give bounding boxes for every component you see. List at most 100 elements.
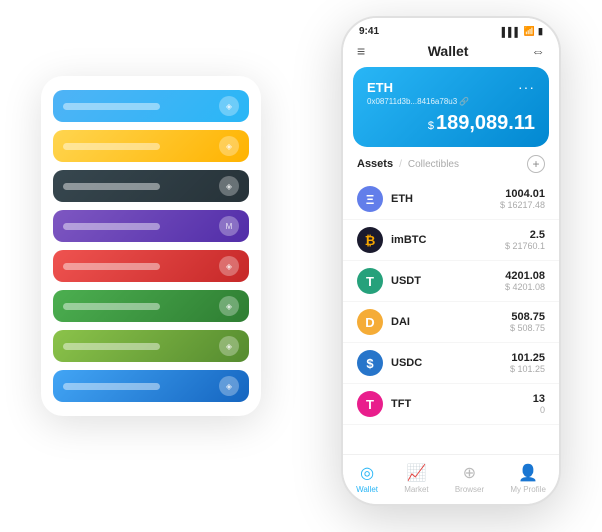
eth-currency-symbol: $ [428, 120, 434, 132]
asset-list: Ξ ETH 1004.01 $ 16217.48 ₿ imBTC 2.5 $ 2… [343, 179, 559, 454]
asset-list-item[interactable]: ₿ imBTC 2.5 $ 21760.1 [343, 220, 559, 261]
asset-amounts: 508.75 $ 508.75 [510, 311, 545, 333]
asset-amounts: 2.5 $ 21760.1 [505, 229, 545, 251]
back-card-5: ◈ [53, 290, 249, 322]
asset-list-item[interactable]: D DAI 508.75 $ 508.75 [343, 302, 559, 343]
asset-icon-eth: Ξ [357, 186, 383, 212]
expand-icon[interactable]: ⇔ [531, 43, 545, 59]
asset-icon-usdc: $ [357, 350, 383, 376]
asset-amount: 2.5 [505, 229, 545, 241]
bottom-nav: ◎ Wallet 📈 Market ⊕ Browser 👤 My Profile [343, 454, 559, 504]
eth-balance: $189,089.11 [367, 112, 535, 135]
card-line [63, 383, 160, 390]
asset-amount: 101.25 [510, 352, 545, 364]
back-card-1: ◈ [53, 130, 249, 162]
back-card-6: ◈ [53, 330, 249, 362]
nav-wallet[interactable]: ◎ Wallet [356, 463, 378, 494]
card-line [63, 183, 160, 190]
eth-card-dots[interactable]: ··· [518, 79, 535, 95]
wallet-nav-icon: ◎ [360, 463, 374, 483]
eth-address: 0x08711d3b...8416a78u3 🔗 [367, 97, 535, 106]
back-panel: ◈ ◈ ◈ M ◈ ◈ ◈ ◈ [41, 76, 261, 416]
back-card-0: ◈ [53, 90, 249, 122]
asset-name: USDC [391, 357, 510, 369]
back-card-2: ◈ [53, 170, 249, 202]
asset-usd: $ 21760.1 [505, 241, 545, 251]
asset-amount: 508.75 [510, 311, 545, 323]
back-card-3: M [53, 210, 249, 242]
nav-browser[interactable]: ⊕ Browser [455, 463, 484, 494]
header-title: Wallet [428, 43, 469, 59]
asset-list-item[interactable]: Ξ ETH 1004.01 $ 16217.48 [343, 179, 559, 220]
asset-name: imBTC [391, 234, 505, 246]
nav-profile[interactable]: 👤 My Profile [510, 463, 546, 494]
collectibles-tab[interactable]: Collectibles [408, 159, 459, 170]
browser-nav-label: Browser [455, 485, 484, 494]
asset-list-item[interactable]: T TFT 13 0 [343, 384, 559, 425]
asset-usd: $ 4201.08 [505, 282, 545, 292]
eth-card[interactable]: ETH ··· 0x08711d3b...8416a78u3 🔗 $189,08… [353, 67, 549, 147]
asset-icon-usdt: T [357, 268, 383, 294]
battery-icon: ▮ [538, 26, 543, 37]
profile-nav-label: My Profile [510, 485, 546, 494]
asset-amount: 13 [533, 393, 545, 405]
browser-nav-icon: ⊕ [463, 463, 476, 483]
wallet-nav-label: Wallet [356, 485, 378, 494]
wifi-icon: 📶 [524, 26, 535, 37]
asset-amounts: 13 0 [533, 393, 545, 415]
asset-amount: 1004.01 [500, 188, 545, 200]
eth-card-label: ETH [367, 80, 393, 95]
card-icon: ◈ [219, 136, 239, 156]
card-line [63, 223, 160, 230]
assets-tab[interactable]: Assets [357, 158, 393, 170]
card-line [63, 343, 160, 350]
card-icon: M [219, 216, 239, 236]
asset-name: DAI [391, 316, 510, 328]
signal-icon: ▌▌▌ [502, 27, 521, 37]
status-icons: ▌▌▌ 📶 ▮ [502, 26, 543, 37]
profile-nav-icon: 👤 [518, 463, 538, 483]
asset-list-item[interactable]: T USDT 4201.08 $ 4201.08 [343, 261, 559, 302]
card-line [63, 303, 160, 310]
card-icon: ◈ [219, 336, 239, 356]
asset-list-item[interactable]: $ USDC 101.25 $ 101.25 [343, 343, 559, 384]
asset-usd: $ 16217.48 [500, 200, 545, 210]
back-card-7: ◈ [53, 370, 249, 402]
asset-icon-imbtc: ₿ [357, 227, 383, 253]
market-nav-label: Market [404, 485, 428, 494]
asset-name: TFT [391, 398, 533, 410]
eth-card-header: ETH ··· [367, 79, 535, 95]
asset-amounts: 1004.01 $ 16217.48 [500, 188, 545, 210]
asset-usd: 0 [533, 405, 545, 415]
time: 9:41 [359, 26, 379, 37]
asset-amounts: 101.25 $ 101.25 [510, 352, 545, 374]
scene: ◈ ◈ ◈ M ◈ ◈ ◈ ◈ 9:41 ▌▌▌ [21, 16, 581, 516]
card-line [63, 143, 160, 150]
back-card-4: ◈ [53, 250, 249, 282]
asset-amount: 4201.08 [505, 270, 545, 282]
asset-name: ETH [391, 193, 500, 205]
status-bar: 9:41 ▌▌▌ 📶 ▮ [343, 18, 559, 41]
asset-amounts: 4201.08 $ 4201.08 [505, 270, 545, 292]
assets-tabs: Assets / Collectibles [357, 158, 459, 170]
card-line [63, 263, 160, 270]
card-icon: ◈ [219, 176, 239, 196]
assets-header: Assets / Collectibles + [343, 155, 559, 179]
asset-name: USDT [391, 275, 505, 287]
phone-mockup: 9:41 ▌▌▌ 📶 ▮ ≡ Wallet ⇔ ETH ··· 0x08711d… [341, 16, 561, 506]
asset-usd: $ 508.75 [510, 323, 545, 333]
nav-market[interactable]: 📈 Market [404, 463, 428, 494]
card-icon: ◈ [219, 376, 239, 396]
card-line [63, 103, 160, 110]
asset-usd: $ 101.25 [510, 364, 545, 374]
assets-divider: / [399, 159, 402, 170]
asset-icon-dai: D [357, 309, 383, 335]
card-icon: ◈ [219, 296, 239, 316]
asset-icon-tft: T [357, 391, 383, 417]
market-nav-icon: 📈 [406, 463, 426, 483]
menu-icon[interactable]: ≡ [357, 44, 365, 58]
add-asset-button[interactable]: + [527, 155, 545, 173]
card-icon: ◈ [219, 96, 239, 116]
card-icon: ◈ [219, 256, 239, 276]
phone-header: ≡ Wallet ⇔ [343, 41, 559, 67]
